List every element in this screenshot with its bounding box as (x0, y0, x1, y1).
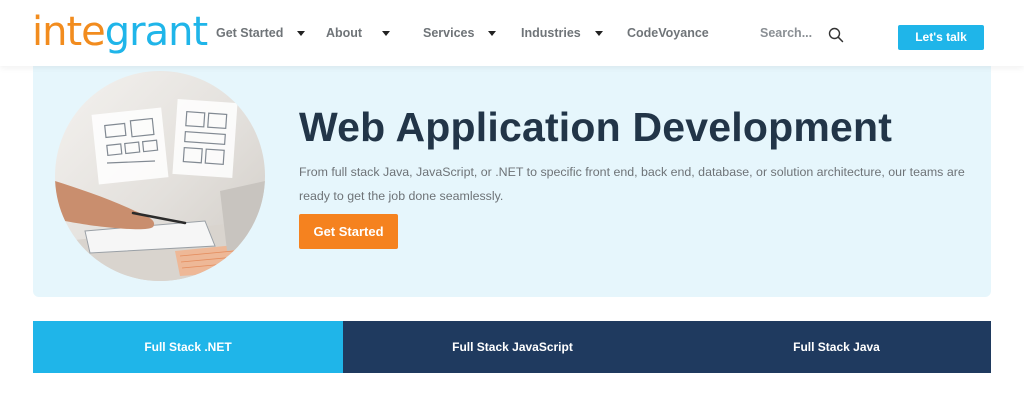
page-title: Web Application Development (299, 104, 893, 150)
nav-item-label: Get Started (216, 26, 284, 40)
nav-item-get-started[interactable]: Get Started (216, 26, 306, 40)
logo-text-blue: grant (104, 9, 208, 55)
nav-item-services[interactable]: Services (423, 26, 497, 40)
chevron-down-icon (488, 30, 497, 36)
site-header: integrant Get Started About Services Ind… (0, 0, 1024, 66)
nav-item-label: CodeVoyance (627, 26, 709, 40)
hero-image (55, 71, 265, 281)
tab-full-stack-javascript[interactable]: Full Stack JavaScript (343, 321, 682, 373)
tab-full-stack-java[interactable]: Full Stack Java (682, 321, 991, 373)
logo-text-orange: inte (32, 9, 106, 55)
chevron-down-icon (594, 30, 603, 36)
wireframe-sketch-illustration (55, 98, 265, 281)
hero-description: From full stack Java, JavaScript, or .NE… (299, 165, 965, 203)
get-started-button[interactable]: Get Started (299, 214, 398, 249)
chevron-down-icon (297, 30, 306, 36)
integrant-logo[interactable]: integrant (32, 9, 208, 55)
search-icon[interactable] (828, 27, 844, 43)
nav-item-label: Services (423, 26, 475, 40)
nav-item-codevoyance[interactable]: CodeVoyance (627, 26, 709, 40)
tech-stack-tabs: Full Stack .NET Full Stack JavaScript Fu… (33, 321, 991, 373)
nav-item-industries[interactable]: Industries (521, 26, 603, 40)
tab-full-stack-net[interactable]: Full Stack .NET (33, 321, 343, 373)
search-input[interactable]: Search... (760, 26, 812, 40)
chevron-down-icon (382, 30, 391, 36)
nav-item-about[interactable]: About (326, 26, 391, 40)
nav-item-label: Industries (521, 26, 581, 40)
nav-item-label: About (326, 26, 363, 40)
lets-talk-button[interactable]: Let's talk (898, 25, 984, 50)
